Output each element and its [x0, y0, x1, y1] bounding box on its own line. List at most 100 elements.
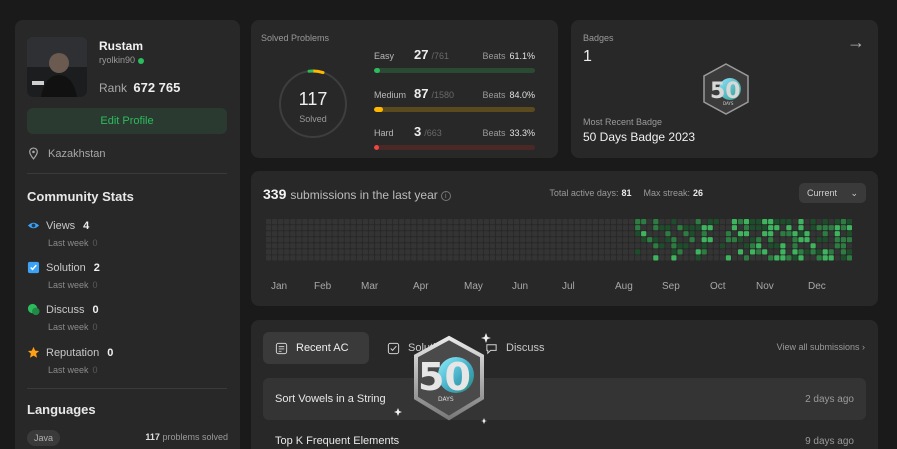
- heatmap-cell[interactable]: [762, 255, 768, 261]
- heatmap-cell[interactable]: [429, 225, 435, 231]
- heatmap-cell[interactable]: [768, 219, 774, 225]
- heatmap-cell[interactable]: [840, 243, 846, 249]
- heatmap-cell[interactable]: [743, 231, 750, 237]
- heatmap-cell[interactable]: [810, 255, 816, 261]
- heatmap-cell[interactable]: [411, 219, 417, 225]
- heatmap-cell[interactable]: [574, 225, 580, 231]
- heatmap-cell[interactable]: [441, 231, 447, 237]
- heatmap-cell[interactable]: [695, 243, 701, 249]
- heatmap-cell[interactable]: [477, 225, 483, 231]
- heatmap-cell[interactable]: [296, 237, 302, 243]
- heatmap-cell[interactable]: [653, 231, 659, 237]
- heatmap-cell[interactable]: [393, 237, 399, 243]
- heatmap-cell[interactable]: [387, 225, 393, 231]
- heatmap-cell[interactable]: [544, 249, 550, 255]
- heatmap-cell[interactable]: [429, 231, 435, 237]
- heatmap-cell[interactable]: [743, 225, 750, 231]
- heatmap-cell[interactable]: [423, 237, 429, 243]
- heatmap-cell[interactable]: [750, 255, 756, 261]
- heatmap-cell[interactable]: [671, 237, 677, 243]
- heatmap-cell[interactable]: [550, 237, 556, 243]
- heatmap-cell[interactable]: [810, 237, 816, 243]
- heatmap-cell[interactable]: [272, 237, 278, 243]
- heatmap-cell[interactable]: [368, 237, 374, 243]
- heatmap-cell[interactable]: [580, 225, 586, 231]
- heatmap-cell[interactable]: [296, 219, 302, 225]
- heatmap-cell[interactable]: [574, 231, 580, 237]
- heatmap-cell[interactable]: [514, 249, 520, 255]
- heatmap-cell[interactable]: [381, 225, 387, 231]
- heatmap-cell[interactable]: [495, 237, 502, 243]
- heatmap-cell[interactable]: [840, 237, 846, 243]
- heatmap-cell[interactable]: [435, 243, 441, 249]
- heatmap-cell[interactable]: [459, 243, 465, 249]
- heatmap-cell[interactable]: [447, 255, 453, 261]
- heatmap-cell[interactable]: [750, 225, 756, 231]
- heatmap-cell[interactable]: [756, 231, 762, 237]
- heatmap-cell[interactable]: [725, 225, 731, 231]
- heatmap-cell[interactable]: [362, 255, 368, 261]
- heatmap-cell[interactable]: [846, 225, 852, 231]
- heatmap-cell[interactable]: [508, 249, 514, 255]
- heatmap-cell[interactable]: [284, 249, 290, 255]
- heatmap-cell[interactable]: [508, 255, 514, 261]
- heatmap-cell[interactable]: [683, 255, 689, 261]
- heatmap-cell[interactable]: [290, 219, 296, 225]
- heatmap-cell[interactable]: [514, 243, 520, 249]
- heatmap-cell[interactable]: [556, 231, 562, 237]
- heatmap-cell[interactable]: [284, 237, 290, 243]
- heatmap-cell[interactable]: [846, 231, 852, 237]
- heatmap-cell[interactable]: [453, 249, 459, 255]
- heatmap-cell[interactable]: [689, 225, 695, 231]
- heatmap-cell[interactable]: [701, 243, 707, 249]
- heatmap-cell[interactable]: [356, 225, 362, 231]
- heatmap-cell[interactable]: [804, 243, 810, 249]
- heatmap-cell[interactable]: [689, 219, 695, 225]
- heatmap-cell[interactable]: [320, 249, 326, 255]
- heatmap-cell[interactable]: [768, 231, 774, 237]
- heatmap-cell[interactable]: [629, 243, 635, 249]
- heatmap-cell[interactable]: [659, 231, 665, 237]
- heatmap-cell[interactable]: [768, 243, 774, 249]
- heatmap-cell[interactable]: [671, 231, 677, 237]
- heatmap-cell[interactable]: [459, 231, 465, 237]
- heatmap-cell[interactable]: [659, 225, 665, 231]
- heatmap-cell[interactable]: [508, 243, 514, 249]
- heatmap-cell[interactable]: [374, 219, 381, 225]
- heatmap-cell[interactable]: [598, 219, 604, 225]
- heatmap-cell[interactable]: [429, 255, 435, 261]
- heatmap-cell[interactable]: [489, 243, 495, 249]
- heatmap-cell[interactable]: [362, 237, 368, 243]
- heatmap-cell[interactable]: [532, 219, 538, 225]
- heatmap-cell[interactable]: [508, 225, 514, 231]
- heatmap-cell[interactable]: [538, 219, 544, 225]
- heatmap-cell[interactable]: [514, 255, 520, 261]
- heatmap-cell[interactable]: [332, 243, 338, 249]
- heatmap-cell[interactable]: [296, 255, 302, 261]
- heatmap-cell[interactable]: [731, 219, 737, 225]
- heatmap-cell[interactable]: [381, 255, 387, 261]
- heatmap-cell[interactable]: [290, 243, 296, 249]
- heatmap-cell[interactable]: [592, 225, 598, 231]
- heatmap-cell[interactable]: [756, 219, 762, 225]
- heatmap-cell[interactable]: [556, 249, 562, 255]
- heatmap-cell[interactable]: [465, 219, 471, 225]
- heatmap-cell[interactable]: [695, 231, 701, 237]
- heatmap-cell[interactable]: [671, 243, 677, 249]
- heatmap-cell[interactable]: [689, 243, 695, 249]
- heatmap-cell[interactable]: [453, 231, 459, 237]
- heatmap-cell[interactable]: [834, 219, 840, 225]
- heatmap-cell[interactable]: [284, 219, 290, 225]
- heatmap-cell[interactable]: [828, 243, 834, 249]
- heatmap-cell[interactable]: [786, 243, 792, 249]
- heatmap-cell[interactable]: [683, 243, 689, 249]
- heatmap-cell[interactable]: [308, 237, 314, 243]
- heatmap-cell[interactable]: [840, 255, 846, 261]
- heatmap-cell[interactable]: [568, 249, 574, 255]
- heatmap-cell[interactable]: [435, 225, 441, 231]
- heatmap-cell[interactable]: [774, 237, 780, 243]
- heatmap-cell[interactable]: [598, 249, 604, 255]
- heatmap-cell[interactable]: [344, 225, 350, 231]
- heatmap-cell[interactable]: [362, 225, 368, 231]
- heatmap-cell[interactable]: [477, 231, 483, 237]
